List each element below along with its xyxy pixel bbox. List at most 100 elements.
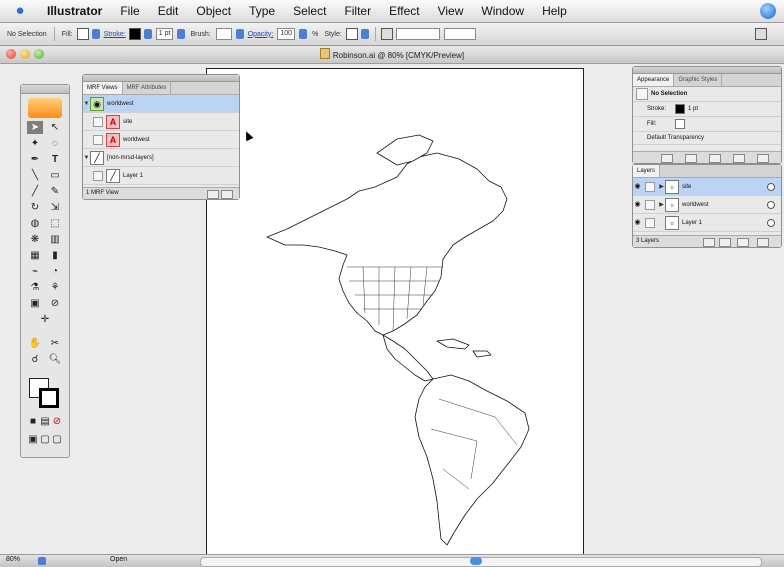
- opacity-field[interactable]: 100: [277, 28, 296, 40]
- panel-grip[interactable]: [83, 75, 239, 82]
- fill-swatch[interactable]: [76, 28, 89, 40]
- direct-selection-tool-icon[interactable]: ↖: [47, 121, 63, 134]
- x-field[interactable]: [395, 28, 440, 40]
- layer-target-icon[interactable]: [767, 218, 775, 227]
- appearance-button[interactable]: [661, 154, 673, 163]
- zoom-level[interactable]: 80%: [6, 556, 20, 563]
- type-tool-icon[interactable]: T: [47, 153, 63, 166]
- transform-icon[interactable]: [755, 28, 767, 40]
- scroll-thumb[interactable]: [470, 557, 482, 565]
- magic-wand-tool-icon[interactable]: ✦: [27, 137, 43, 150]
- full-screen-mode-icon[interactable]: ▢: [49, 433, 65, 446]
- lock-toggle[interactable]: [645, 199, 655, 210]
- visibility-eye-icon[interactable]: ◉: [633, 200, 642, 209]
- visibility-eye-icon[interactable]: ◉: [633, 218, 642, 227]
- mesh-tool-icon[interactable]: ▦: [27, 249, 43, 262]
- style-dropdown[interactable]: [360, 29, 369, 39]
- tab-layers[interactable]: Layers: [633, 165, 661, 177]
- lock-toggle[interactable]: [645, 181, 655, 192]
- free-transform-tool-icon[interactable]: ⬚: [47, 217, 63, 230]
- layer-row[interactable]: ◉ ▫ Layer 1: [633, 214, 781, 232]
- y-field[interactable]: [443, 28, 476, 40]
- tab-graphic-styles[interactable]: Graphic Styles: [674, 74, 723, 86]
- zoom-dropdown-icon[interactable]: [38, 557, 46, 565]
- visibility-eye-icon[interactable]: ◉: [633, 182, 642, 191]
- eraser-tool-icon[interactable]: ⊘: [47, 297, 63, 310]
- menu-select[interactable]: Select: [284, 0, 335, 22]
- tools-panel-grip[interactable]: [21, 85, 69, 94]
- new-sublayer-button[interactable]: [719, 238, 731, 247]
- style-swatch[interactable]: [345, 28, 358, 40]
- graph-tool-icon[interactable]: ▥: [47, 233, 63, 246]
- appearance-row-stroke[interactable]: Stroke: 1 pt: [633, 102, 781, 117]
- layer-row[interactable]: ◉ ▶ ▫ worldwest: [633, 196, 781, 214]
- rotate-tool-icon[interactable]: ↻: [27, 201, 43, 214]
- menu-type[interactable]: Type: [240, 0, 284, 22]
- brush-field[interactable]: [215, 28, 232, 40]
- mrf-row[interactable]: ▼ ◉ worldwest: [83, 95, 239, 113]
- row-checkbox[interactable]: [93, 134, 103, 145]
- symbol-sprayer-tool-icon[interactable]: ❋: [27, 233, 43, 246]
- artboard[interactable]: [206, 68, 584, 556]
- layer-row[interactable]: ◉ ▶ ▫ site: [633, 178, 781, 196]
- panel-grip[interactable]: [633, 67, 781, 74]
- make-clipping-mask-button[interactable]: [703, 238, 715, 247]
- pencil-tool-icon[interactable]: ✎: [47, 185, 63, 198]
- gradient-tool-icon[interactable]: ▮: [47, 249, 63, 262]
- appearance-button[interactable]: [733, 154, 745, 163]
- spotlight-icon[interactable]: [760, 3, 776, 19]
- opacity-link[interactable]: Opacity:: [246, 31, 276, 38]
- zoom-tool-icon[interactable]: 🔍︎: [47, 353, 63, 366]
- brush-dropdown[interactable]: [235, 29, 244, 39]
- mrf-row[interactable]: A site: [83, 113, 239, 131]
- stroke-weight-dropdown[interactable]: [177, 29, 186, 39]
- stroke-weight-field[interactable]: 1 pt: [155, 28, 174, 40]
- menu-view[interactable]: View: [429, 0, 473, 22]
- delete-layer-button[interactable]: [757, 238, 769, 247]
- mrf-row[interactable]: ▼ ╱ [non-mrsd-layers]: [83, 149, 239, 167]
- illustrator-logo[interactable]: [28, 98, 62, 118]
- stroke-dropdown[interactable]: [143, 29, 152, 39]
- eyedropper-tool-icon[interactable]: ⌁: [27, 265, 43, 278]
- line-tool-icon[interactable]: ╲: [27, 169, 43, 182]
- new-layer-button[interactable]: [737, 238, 749, 247]
- menu-edit[interactable]: Edit: [149, 0, 188, 22]
- menu-effect[interactable]: Effect: [380, 0, 428, 22]
- disclosure-triangle-icon[interactable]: ▼: [83, 155, 90, 161]
- tab-mrf-attributes[interactable]: MRF Attributes: [123, 82, 172, 94]
- selection-tool-icon[interactable]: ➤: [27, 121, 43, 134]
- tab-mrf-views[interactable]: MRF Views: [83, 82, 123, 94]
- delete-view-button[interactable]: [221, 190, 233, 199]
- status-mode[interactable]: Open: [110, 556, 127, 563]
- stroke-swatch[interactable]: [128, 28, 141, 40]
- hand-tool-icon[interactable]: ✋: [27, 337, 43, 350]
- mrf-row[interactable]: ╱ Layer 1: [83, 167, 239, 185]
- opacity-dropdown[interactable]: [299, 29, 308, 39]
- live-paint-tool-icon[interactable]: ⚗: [27, 281, 43, 294]
- pen-tool-icon[interactable]: ✒: [27, 153, 43, 166]
- rotate-view-icon[interactable]: ☌: [27, 353, 43, 366]
- delete-appearance-button[interactable]: [757, 154, 769, 163]
- disclosure-triangle-icon[interactable]: ▼: [83, 101, 90, 107]
- lasso-tool-icon[interactable]: ◌: [47, 137, 63, 150]
- appearance-button[interactable]: [709, 154, 721, 163]
- scissors-tool-icon[interactable]: ✂: [47, 337, 63, 350]
- americas-map[interactable]: [207, 69, 583, 555]
- live-paint-selection-tool-icon[interactable]: ⚘: [47, 281, 63, 294]
- warp-tool-icon[interactable]: ◍: [27, 217, 43, 230]
- slice-tool-icon[interactable]: ▣: [27, 297, 43, 310]
- align-icon[interactable]: [380, 28, 393, 40]
- lock-toggle[interactable]: [645, 217, 655, 228]
- stroke-link[interactable]: Stroke:: [102, 31, 128, 38]
- menu-help[interactable]: Help: [533, 0, 576, 22]
- appearance-button[interactable]: [685, 154, 697, 163]
- row-checkbox[interactable]: [93, 170, 103, 181]
- apple-menu-icon[interactable]: ●: [12, 3, 28, 19]
- menu-object[interactable]: Object: [187, 0, 240, 22]
- rectangle-tool-icon[interactable]: ▭: [47, 169, 63, 182]
- new-view-button[interactable]: [207, 190, 219, 199]
- layer-target-icon[interactable]: [767, 200, 775, 209]
- menu-file[interactable]: File: [111, 0, 148, 22]
- crosshair-tool-icon[interactable]: ✛: [37, 313, 53, 326]
- appearance-row-fill[interactable]: Fill:: [633, 117, 781, 132]
